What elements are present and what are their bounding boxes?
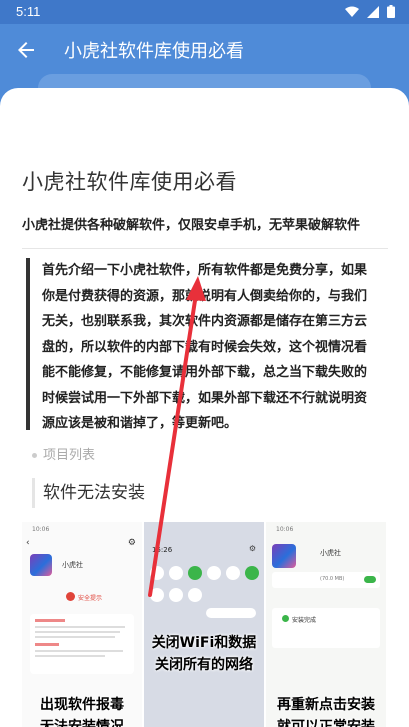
app-bar-title: 小虎社软件库使用必看 <box>64 41 244 62</box>
quote-line: 源应该是被和谐掉了，等更新吧。 <box>42 416 238 431</box>
signal-icon <box>367 5 379 18</box>
notice-quote: 首先介绍一下小虎社软件，所有软件都是免费分享，如果 你是付费获得的资源，那就说明… <box>26 258 386 431</box>
mini-status-time: 10:06 <box>32 526 50 533</box>
brightness-bar <box>206 608 256 618</box>
warning-dialog <box>30 614 134 674</box>
mini-status-time: 15:26 <box>152 546 173 554</box>
quote-line: 无关，也别联系我，其次软件内资源都是储存在第三方云 <box>42 314 368 329</box>
app-logo <box>272 544 296 568</box>
tutorial-caption-3: 再重新点击安装 就可以正常安装 <box>266 694 386 727</box>
tutorial-caption-1: 出现软件报毒 无法安装情况 <box>22 694 142 727</box>
caption-line: 出现软件报毒 <box>40 697 124 713</box>
app-bar: 小虎社软件库使用必看 <box>0 24 409 76</box>
mini-done-text: 安装完成 <box>292 617 317 624</box>
tutorial-image-2: 15:26 ⚙ 关闭WiFi和数据 关闭所有的网络 <box>144 522 264 727</box>
mini-settings-icon: ⚙ <box>127 538 136 548</box>
caption-line: 无法安装情况 <box>40 719 124 727</box>
wifi-icon <box>345 6 359 17</box>
divider <box>22 248 388 249</box>
tutorial-image-3: 10:06 小虎社 (70.0 MB) 安装完成 再重新点击安装 就可以正常安装 <box>266 522 386 727</box>
article-card: 小虎社软件库使用必看 小虎社提供各种破解软件，仅限安卓手机，无苹果破解软件 首先… <box>0 88 409 727</box>
quote-line: 你是付费获得的资源，那就说明有人倒卖给你的，与我们 <box>42 288 368 304</box>
mini-app-label: 小虎社 <box>62 561 83 569</box>
warning-icon <box>66 592 75 601</box>
list-item: 项目列表 <box>32 444 95 463</box>
tutorial-caption-2: 关闭WiFi和数据 关闭所有的网络 <box>144 632 264 676</box>
article-subtitle: 小虎社提供各种破解软件，仅限安卓手机，无苹果破解软件 <box>22 218 361 233</box>
quote-line: 首先介绍一下小虎社软件，所有软件都是免费分享，如果 <box>42 263 368 278</box>
mini-status-time: 10:06 <box>276 526 294 533</box>
app-logo <box>30 554 52 576</box>
permission-row: (70.0 MB) <box>272 572 380 588</box>
quote-line: 盘的，所以软件的内部下载有时候会失效，这个视情况看 <box>42 339 368 355</box>
tutorial-image-1: 10:06 ‹ ⚙ 小虎社 安全提示 出现软件报毒 无法安装情况 <box>22 522 142 727</box>
quote-line: 时候尝试用一下外部下载，如果外部下载还不行就说明资 <box>42 390 368 406</box>
mini-warning-text: 安全提示 <box>78 595 103 602</box>
caption-line: 就可以正常安装 <box>277 719 375 727</box>
caption-line: 关闭WiFi和数据 <box>151 635 257 651</box>
quote-line: 能不能修复，不能修复请用外部下载，总之当下载失败的 <box>42 365 368 380</box>
mini-size-text: (70.0 MB) <box>320 576 345 582</box>
article-title: 小虎社软件库使用必看 <box>22 170 237 194</box>
status-icons <box>345 5 395 18</box>
status-time: 5:11 <box>16 4 41 19</box>
mini-app-label: 小虎社 <box>320 549 341 557</box>
caption-line: 再重新点击安装 <box>277 697 375 713</box>
quick-toggles-row-2 <box>150 588 202 602</box>
mini-back-icon: ‹ <box>26 538 30 548</box>
battery-icon <box>387 5 395 18</box>
mini-settings-icon: ⚙ <box>248 544 256 553</box>
caption-line: 关闭所有的网络 <box>155 657 253 673</box>
install-result: 安装完成 <box>272 608 380 648</box>
section-heading: 软件无法安装 <box>32 478 145 508</box>
bullet-icon <box>32 453 37 458</box>
back-arrow-icon[interactable] <box>14 38 38 62</box>
list-item-label: 项目列表 <box>43 448 96 463</box>
status-bar: 5:11 <box>0 0 409 24</box>
quick-toggles <box>150 566 259 580</box>
